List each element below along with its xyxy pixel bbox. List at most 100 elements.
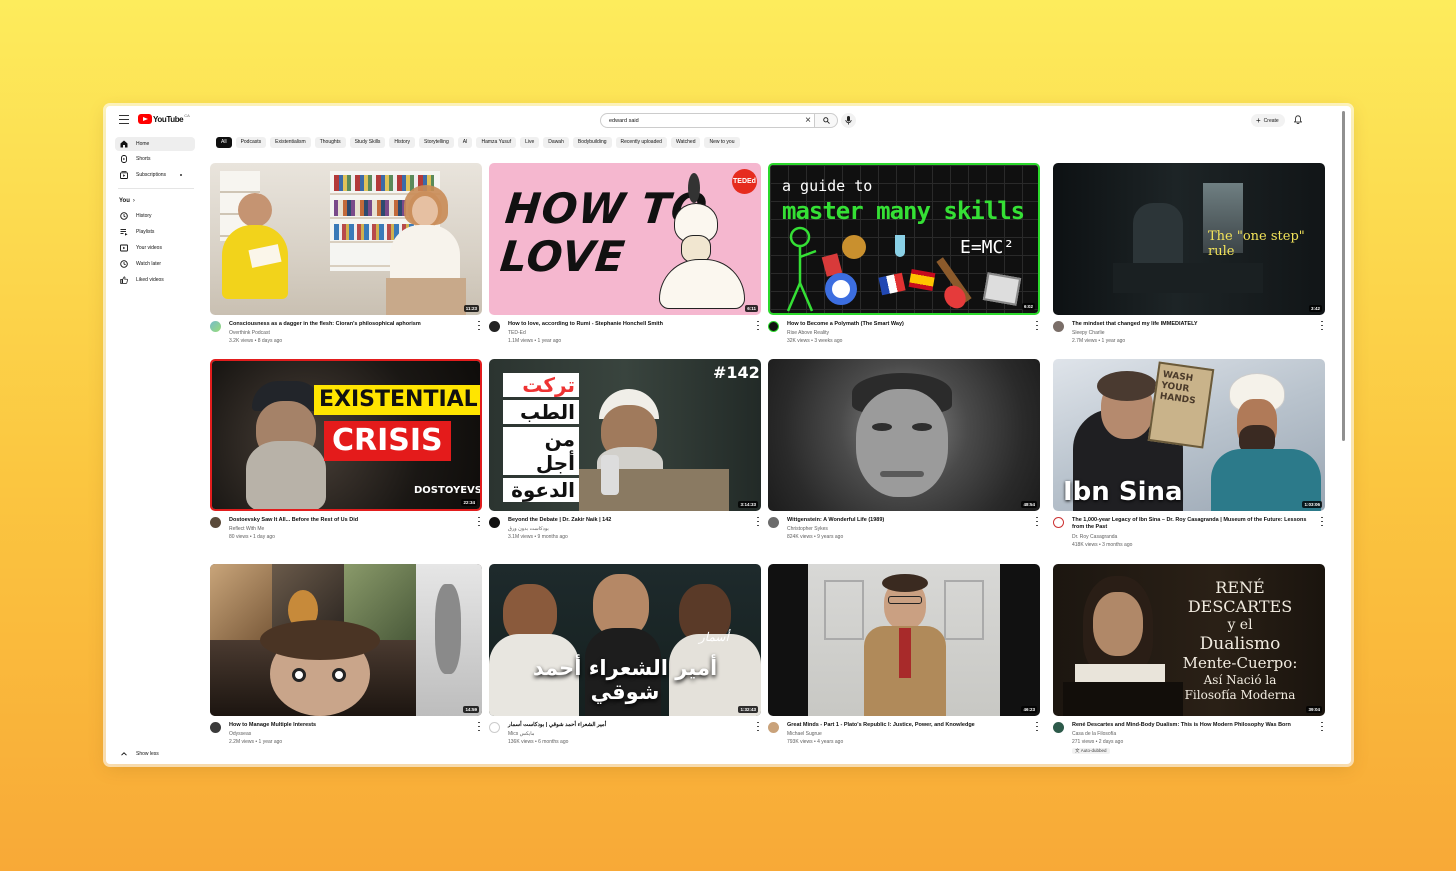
sidebar-item-playlists[interactable]: Playlists: [115, 225, 195, 239]
sidebar-item-shorts[interactable]: Shorts: [115, 152, 195, 166]
more-options-icon[interactable]: [477, 517, 481, 526]
voice-search-button[interactable]: [841, 113, 856, 128]
channel-name[interactable]: TED-Ed: [508, 330, 526, 336]
channel-avatar[interactable]: [210, 517, 221, 528]
channel-avatar[interactable]: [768, 722, 779, 733]
channel-name[interactable]: بودكاست بدون ورق: [508, 526, 549, 532]
channel-name[interactable]: Overthink Podcast: [229, 330, 270, 336]
more-options-icon[interactable]: [1320, 321, 1324, 330]
globe-illustration: [842, 235, 866, 259]
filter-chip[interactable]: Study Skills: [349, 137, 386, 148]
more-options-icon[interactable]: [1320, 517, 1324, 526]
video-thumbnail[interactable]: 46:23: [768, 564, 1040, 716]
filter-chip[interactable]: Live: [520, 137, 540, 148]
more-options-icon[interactable]: [756, 321, 760, 330]
filter-chip[interactable]: Thoughts: [314, 137, 346, 148]
channel-name[interactable]: Rise Above Reality: [787, 330, 829, 336]
thumbnail-text: Dualismo: [1199, 634, 1281, 654]
notifications-bell-icon[interactable]: [1294, 115, 1302, 124]
filter-chip[interactable]: Podcasts: [235, 137, 267, 148]
video-title[interactable]: How to Manage Multiple Interests: [229, 722, 469, 729]
video-thumbnail[interactable]: 14:59: [210, 564, 482, 716]
video-title[interactable]: How to Become a Polymath (The Smart Way): [787, 321, 1027, 328]
filter-chip[interactable]: Dawah: [543, 137, 569, 148]
sidebar-item-your-videos[interactable]: Your videos: [115, 241, 195, 255]
video-title[interactable]: Dostoevsky Saw It All... Before the Rest…: [229, 517, 469, 524]
video-title[interactable]: The 1,000-year Legacy of Ibn Sina – Dr. …: [1072, 517, 1312, 531]
channel-avatar[interactable]: [210, 722, 221, 733]
video-title[interactable]: Beyond the Debate | Dr. Zakir Naik | 142: [508, 517, 748, 524]
channel-name[interactable]: Odysseas: [229, 731, 251, 737]
video-title[interactable]: René Descartes and Mind-Body Dualism: Th…: [1072, 722, 1312, 729]
filter-chip[interactable]: Watched: [670, 137, 701, 148]
thumbnail-text: #142: [713, 363, 760, 382]
channel-name[interactable]: Christopher Sykes: [787, 526, 828, 532]
video-thumbnail[interactable]: RENÉ DESCARTES y el Dualismo Mente-Cuerp…: [1053, 564, 1325, 716]
channel-avatar[interactable]: [489, 517, 500, 528]
filter-chip[interactable]: Hamza Yusuf: [476, 137, 517, 148]
filter-chip[interactable]: New to you: [704, 137, 740, 148]
channel-avatar[interactable]: [489, 722, 500, 733]
video-title[interactable]: أمير الشعراء أحمد شوقي | بودكاست أسمار: [508, 722, 748, 729]
filter-chip[interactable]: Bodybuilding: [572, 137, 612, 148]
channel-name[interactable]: Mics مايكس: [508, 731, 534, 737]
beard-image: [246, 441, 326, 509]
clear-search-icon[interactable]: ×: [805, 115, 811, 126]
filter-chip[interactable]: All: [216, 137, 232, 148]
sidebar-item-watch-later[interactable]: Watch later: [115, 257, 195, 271]
channel-avatar[interactable]: [768, 321, 779, 332]
video-meta: 1.1M views • 1 year ago: [508, 338, 562, 344]
thumbnail-text: تركت: [503, 373, 579, 397]
video-thumbnail[interactable]: 48:54: [768, 359, 1040, 511]
sidebar-you-heading[interactable]: You ›: [119, 198, 135, 204]
more-options-icon[interactable]: [756, 722, 760, 731]
filter-chip[interactable]: Storytelling: [418, 137, 454, 148]
channel-avatar[interactable]: [1053, 517, 1064, 528]
video-title[interactable]: Great Minds - Part 1 - Plato's Republic …: [787, 722, 1027, 729]
channel-avatar[interactable]: [489, 321, 500, 332]
more-options-icon[interactable]: [1320, 722, 1324, 731]
sidebar-item-history[interactable]: History: [115, 209, 195, 223]
video-thumbnail[interactable]: a guide to master many skills E=MC² 6:02: [768, 163, 1040, 315]
search-button[interactable]: [814, 113, 838, 128]
sidebar-show-less[interactable]: Show less: [115, 747, 195, 761]
more-options-icon[interactable]: [477, 321, 481, 330]
more-options-icon[interactable]: [1035, 321, 1039, 330]
channel-name[interactable]: Casa de la Filosofía: [1072, 731, 1116, 737]
sidebar-item-liked-videos[interactable]: Liked videos: [115, 273, 195, 287]
more-options-icon[interactable]: [1035, 722, 1039, 731]
sidebar-item-subscriptions[interactable]: Subscriptions: [115, 168, 195, 182]
video-thumbnail[interactable]: تركت الطب من أجل الدعوة #142 3:14:33: [489, 359, 761, 511]
channel-avatar[interactable]: [1053, 722, 1064, 733]
channel-avatar[interactable]: [210, 321, 221, 332]
channel-name[interactable]: Sleepy Charlie: [1072, 330, 1105, 336]
menu-icon[interactable]: [119, 115, 129, 125]
video-thumbnail[interactable]: أمير الشعراء أحمد شوقي أسمار 1:32:43: [489, 564, 761, 716]
channel-avatar[interactable]: [1053, 321, 1064, 332]
more-options-icon[interactable]: [1035, 517, 1039, 526]
video-title[interactable]: Consciousness as a dagger in the flesh: …: [229, 321, 469, 328]
channel-name[interactable]: Dr. Roy Casagranda: [1072, 534, 1117, 540]
video-title[interactable]: The mindset that changed my life IMMEDIA…: [1072, 321, 1312, 328]
channel-name[interactable]: Michael Sugrue: [787, 731, 822, 737]
video-title[interactable]: How to love, according to Rumi - Stephan…: [508, 321, 748, 328]
video-thumbnail[interactable]: HOW TO LOVE TEDEd 6:11: [489, 163, 761, 315]
search-input[interactable]: [609, 114, 789, 127]
sidebar-item-home[interactable]: Home: [115, 137, 195, 151]
filter-chip[interactable]: AI: [457, 137, 473, 148]
video-title[interactable]: Wittgenstein: A Wonderful Life (1989): [787, 517, 1027, 524]
video-thumbnail[interactable]: 11:23: [210, 163, 482, 315]
page-scrollbar[interactable]: [1342, 111, 1345, 441]
video-thumbnail[interactable]: EXISTENTIAL CRISIS DOSTOYEVSKI 22:34: [210, 359, 482, 511]
more-options-icon[interactable]: [477, 722, 481, 731]
filter-chip[interactable]: History: [389, 137, 415, 148]
youtube-logo[interactable]: YouTube CA: [138, 113, 190, 124]
filter-chip[interactable]: Existentialism: [270, 137, 311, 148]
channel-name[interactable]: Reflect With Me: [229, 526, 264, 532]
video-thumbnail[interactable]: WASH YOUR HANDS Ibn Sina 1:03:06: [1053, 359, 1325, 511]
video-thumbnail[interactable]: The "one step" rule 3:42: [1053, 163, 1325, 315]
channel-avatar[interactable]: [768, 517, 779, 528]
create-button[interactable]: + Create: [1251, 114, 1285, 127]
more-options-icon[interactable]: [756, 517, 760, 526]
filter-chip[interactable]: Recently uploaded: [615, 137, 667, 148]
